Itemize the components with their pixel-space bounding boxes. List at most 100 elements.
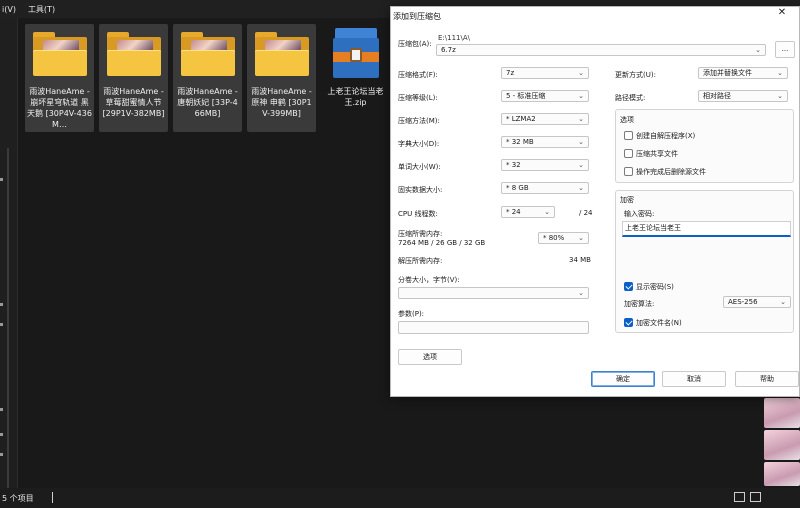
archive-name-value: 6.7z <box>441 46 456 54</box>
sfx-checkbox[interactable] <box>624 131 633 140</box>
solid-block-label: 固实数据大小: <box>398 186 443 194</box>
show-password-label: 显示密码(S) <box>636 283 674 291</box>
details-view-icon[interactable] <box>734 492 745 502</box>
compress-memory-label: 压缩所需内存: <box>398 230 443 238</box>
method-label: 压缩方法(M): <box>398 117 440 125</box>
level-label: 压缩等级(L): <box>398 94 438 102</box>
close-icon[interactable]: ✕ <box>771 7 793 21</box>
options-group: 选项 创建自解压程序(X) 压缩共享文件 操作完成后删除源文件 <box>615 109 794 183</box>
chevron-down-icon: ⌄ <box>777 69 783 77</box>
password-input[interactable]: 上老王论坛当老王 <box>622 221 791 237</box>
archive-name-combo[interactable]: 6.7z ⌄ <box>436 44 766 56</box>
menu-tools[interactable]: 工具(T) <box>28 4 55 15</box>
cpu-threads-label: CPU 线程数: <box>398 210 438 218</box>
navigation-pane[interactable] <box>0 18 18 488</box>
status-bar: 5 个项目 <box>0 488 800 508</box>
decompress-memory-value: 34 MB <box>569 256 591 264</box>
path-mode-select[interactable]: 相对路径 ⌄ <box>698 90 788 102</box>
nav-marker <box>0 303 3 306</box>
compress-memory-detail: 7264 MB / 26 GB / 32 GB <box>398 239 486 247</box>
options-button[interactable]: 选项 <box>398 349 462 365</box>
update-mode-select[interactable]: 添加并替换文件 ⌄ <box>698 67 788 79</box>
file-name: 雨波HaneAme - 草莓甜蜜情人节 [29P1V-382MB] <box>102 87 165 118</box>
encrypt-names-checkbox[interactable] <box>624 318 633 327</box>
archive-icon <box>329 28 383 80</box>
add-to-archive-dialog: 添加到压缩包 ✕ 压缩包(A): E:\111\A\ 6.7z ⌄ ... 压缩… <box>390 6 800 397</box>
menu-view[interactable]: i(V) <box>2 5 16 14</box>
delete-source-checkbox[interactable] <box>624 167 633 176</box>
cpu-threads-select[interactable]: * 24 ⌄ <box>501 206 555 218</box>
split-label: 分卷大小，字节(V): <box>398 276 460 284</box>
file-name: 雨波HaneAme - 崩坏星穹轨道 黑天鹅 [30P4V-436M… <box>27 87 92 129</box>
chevron-down-icon: ⌄ <box>578 138 584 146</box>
encryption-group: 加密 输入密码: 上老王论坛当老王 显示密码(S) 加密算法: AES-256 ⌄… <box>615 190 794 333</box>
format-value: 7z <box>506 69 515 77</box>
word-size-label: 单词大小(W): <box>398 163 441 171</box>
chevron-down-icon: ⌄ <box>578 161 584 169</box>
params-input[interactable] <box>398 321 589 334</box>
format-select[interactable]: 7z ⌄ <box>501 67 589 79</box>
scrollbar[interactable] <box>7 148 9 488</box>
archive-path: E:\111\A\ <box>438 34 471 42</box>
dialog-title: 添加到压缩包 <box>393 12 441 21</box>
dictionary-label: 字典大小(D): <box>398 140 440 148</box>
nav-marker <box>0 433 3 436</box>
file-name: 雨波HaneAme - 唐朝妖妃 [33P-466MB] <box>177 87 238 118</box>
chevron-down-icon[interactable]: ⌄ <box>755 45 761 55</box>
show-password-checkbox[interactable] <box>624 282 633 291</box>
shared-files-label: 压缩共享文件 <box>636 150 678 158</box>
nav-marker <box>0 453 3 456</box>
method-select[interactable]: * LZMA2 ⌄ <box>501 113 589 125</box>
archive-label: 压缩包(A): <box>398 40 432 48</box>
shared-files-checkbox[interactable] <box>624 149 633 158</box>
memory-usage-value: * 80% <box>543 234 565 242</box>
solid-block-value: * 8 GB <box>506 184 529 192</box>
path-mode-label: 路径模式: <box>615 94 646 102</box>
options-group-title: 选项 <box>620 116 634 124</box>
encryption-method-value: AES-256 <box>728 298 758 306</box>
cancel-button[interactable]: 取消 <box>662 371 726 387</box>
file-tile-archive[interactable]: 上老王论坛当老王.zip <box>321 24 390 132</box>
folder-icon <box>107 32 161 78</box>
level-select[interactable]: 5 - 标准压缩 ⌄ <box>501 90 589 102</box>
folder-icon <box>255 32 309 78</box>
chevron-down-icon: ⌄ <box>777 92 783 100</box>
chevron-down-icon: ⌄ <box>578 115 584 123</box>
solid-block-select[interactable]: * 8 GB ⌄ <box>501 182 589 194</box>
text-cursor <box>52 492 53 503</box>
password-label: 输入密码: <box>624 210 655 218</box>
encryption-method-select[interactable]: AES-256 ⌄ <box>723 296 791 308</box>
background-thumbnail <box>764 398 800 428</box>
file-tile-folder-3[interactable]: 雨波HaneAme - 唐朝妖妃 [33P-466MB] <box>173 24 242 132</box>
background-thumbnail <box>764 430 800 460</box>
file-name: 雨波HaneAme - 原神 申鹤 [30P1V-399MB] <box>251 87 312 118</box>
cpu-threads-total: / 24 <box>579 209 593 217</box>
nav-marker <box>0 323 3 326</box>
nav-marker <box>0 408 3 411</box>
delete-source-label: 操作完成后删除源文件 <box>636 168 706 176</box>
sfx-label: 创建自解压程序(X) <box>636 132 696 140</box>
word-size-select[interactable]: * 32 ⌄ <box>501 159 589 171</box>
method-value: * LZMA2 <box>506 115 536 123</box>
dictionary-select[interactable]: * 32 MB ⌄ <box>501 136 589 148</box>
dictionary-value: * 32 MB <box>506 138 534 146</box>
word-size-value: * 32 <box>506 161 521 169</box>
encrypt-names-label: 加密文件名(N) <box>636 319 682 327</box>
decompress-memory-label: 解压所需内存: <box>398 257 443 265</box>
split-size-combo[interactable]: ⌄ <box>398 287 589 299</box>
encryption-method-label: 加密算法: <box>624 300 655 308</box>
format-label: 压缩格式(F): <box>398 71 438 79</box>
folder-icon <box>181 32 235 78</box>
file-tile-folder-4[interactable]: 雨波HaneAme - 原神 申鹤 [30P1V-399MB] <box>247 24 316 132</box>
chevron-down-icon: ⌄ <box>578 234 584 242</box>
chevron-down-icon: ⌄ <box>780 298 786 306</box>
file-tile-folder-2[interactable]: 雨波HaneAme - 草莓甜蜜情人节 [29P1V-382MB] <box>99 24 168 132</box>
help-button[interactable]: 帮助 <box>735 371 799 387</box>
ok-button[interactable]: 确定 <box>591 371 655 387</box>
memory-usage-select[interactable]: * 80% ⌄ <box>538 232 589 244</box>
level-value: 5 - 标准压缩 <box>506 92 546 100</box>
tiles-view-icon[interactable] <box>750 492 761 502</box>
browse-button[interactable]: ... <box>775 41 795 58</box>
background-thumbnail <box>764 462 800 486</box>
file-tile-folder-1[interactable]: 雨波HaneAme - 崩坏星穹轨道 黑天鹅 [30P4V-436M… <box>25 24 94 132</box>
